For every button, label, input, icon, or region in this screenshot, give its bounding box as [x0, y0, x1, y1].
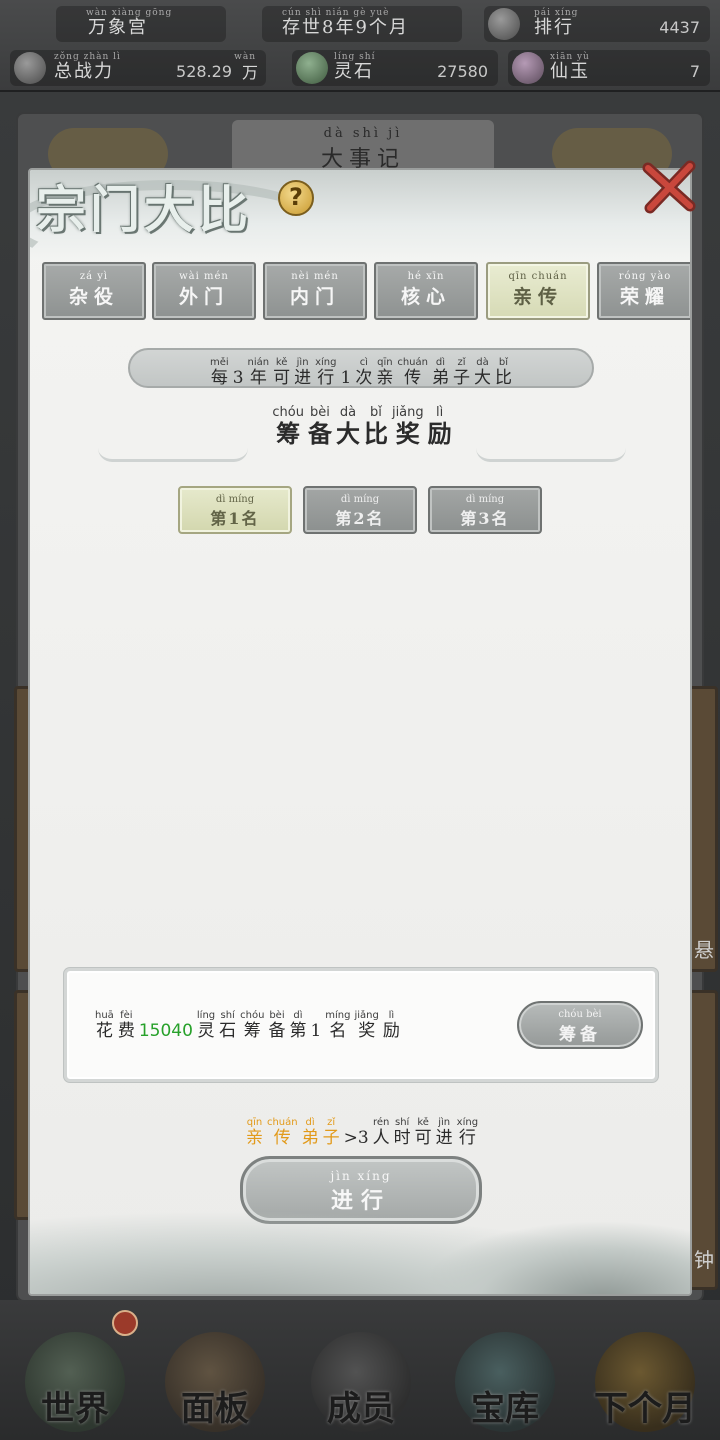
background-side-card-right — [688, 686, 718, 972]
tab-label: 外门 — [178, 286, 229, 308]
nav-panel-label: 面板 — [181, 1389, 249, 1429]
tab-pinyin: róng yào — [618, 271, 672, 282]
rank-tab-2[interactable]: dì míng 第2名 — [303, 486, 417, 534]
events-title-pinyin: dà shì jì — [323, 126, 403, 141]
nav-world[interactable]: 世界 — [10, 1332, 140, 1432]
rank-label: 排行 — [534, 17, 574, 38]
rank-panel[interactable]: pái xíng 排行 4437 — [484, 6, 710, 42]
rank-pinyin: dì míng — [465, 494, 505, 505]
prepare-rewards-heading: chóu 筹 bèi 备 dà 大 bǐ 比 jiǎng 奖 lì 励 — [272, 405, 452, 448]
jade-icon — [512, 52, 544, 84]
rank-value: 4437 — [659, 18, 700, 37]
rank-pinyin: dì míng — [215, 494, 255, 505]
tab-personal-disciple[interactable]: qīn chuán 亲传 — [486, 262, 590, 320]
nav-next-month-label: 下个月 — [594, 1389, 696, 1429]
rule-times: 1 — [340, 368, 352, 388]
tier-tabs: zá yì 杂役 wài mén 外门 nèi mén 内门 hé xīn 核心… — [42, 262, 690, 320]
side-text-1: 悬 — [694, 938, 714, 962]
spirit-stone-icon — [296, 52, 328, 84]
bottom-cloud-decoration-right — [410, 1220, 690, 1294]
power-label: 总战力 — [54, 61, 114, 82]
help-icon[interactable]: ? — [278, 180, 314, 216]
tab-inner[interactable]: nèi mén 内门 — [263, 262, 367, 320]
spirit-stone-value: 27580 — [437, 62, 488, 81]
notification-badge — [112, 1310, 138, 1336]
rule-text: měi 每 3 nián 年 kě 可 jìn 进 xíng 行 1 cì 次 qīn 亲 c… — [210, 357, 512, 388]
tab-pinyin: zá yì — [79, 271, 109, 282]
spirit-stone-label: 灵石 — [334, 61, 374, 82]
sect-competition-dialog: 宗门大比 ? zá yì 杂役 wài mén 外门 nèi mén 内门 hé… — [28, 168, 692, 1296]
tab-label: 杂役 — [68, 286, 119, 308]
rank-tab-3[interactable]: dì míng 第3名 — [428, 486, 542, 534]
tab-pinyin: qīn chuán — [508, 271, 568, 282]
jade-panel: xiān yù 仙玉 7 — [508, 50, 710, 86]
nav-panel[interactable]: 面板 — [150, 1332, 280, 1432]
tab-label: 荣耀 — [619, 286, 670, 308]
power-icon — [14, 52, 46, 84]
nav-members-label: 成员 — [327, 1389, 395, 1429]
bottom-navigation: 世界 面板 成员 宝库 下个月 — [0, 1300, 720, 1440]
nav-treasury-label: 宝库 — [471, 1389, 539, 1429]
dialog-header: 宗门大比 ? — [30, 170, 690, 260]
era-panel: cún shì nián gè yuè 存世8年9个月 — [262, 6, 462, 42]
prepare-button-label: 筹备 — [559, 1025, 601, 1045]
nav-world-label: 世界 — [41, 1389, 109, 1429]
rule-banner: měi 每 3 nián 年 kě 可 jìn 进 xíng 行 1 cì 次 qīn 亲 c… — [128, 348, 594, 388]
rank-pinyin: dì míng — [340, 494, 380, 505]
nav-members[interactable]: 成员 — [296, 1332, 426, 1432]
tab-pinyin: hé xīn — [407, 271, 445, 282]
side-text-2: 钟 — [694, 1248, 714, 1272]
jade-label: 仙玉 — [550, 61, 590, 82]
cost-description: huā 花 fèi 费 15040 líng 灵 shí 石 chóu 筹 bèi 备 dì… — [95, 1010, 400, 1041]
spirit-stone-panel: líng shí 灵石 27580 — [292, 50, 498, 86]
rank-icon — [488, 8, 520, 40]
proceed-condition: qīn 亲 chuán 传 dì 弟 zǐ 子 >3 rén 人 shí 时 kě 可 jìn… — [245, 1117, 479, 1148]
tab-glory[interactable]: róng yào 荣耀 — [597, 262, 690, 320]
rank-tab-1[interactable]: dì míng 第1名 — [178, 486, 292, 534]
cost-amount: 15040 — [138, 1021, 193, 1041]
tab-outer[interactable]: wài mén 外门 — [152, 262, 256, 320]
tab-core[interactable]: hé xīn 核心 — [374, 262, 478, 320]
tab-label: 内门 — [289, 286, 340, 308]
nav-treasury[interactable]: 宝库 — [440, 1332, 570, 1432]
power-value: 528.29 — [176, 62, 232, 81]
rank-label: 第2名 — [335, 509, 385, 528]
sect-name: 万象宫 — [88, 17, 148, 38]
rank-label: 第3名 — [460, 509, 510, 528]
total-power-panel: zǒng zhàn lì 总战力 528.29 wàn 万 — [10, 50, 266, 86]
prepare-button-pinyin: chóu bèi — [558, 1009, 602, 1020]
close-icon[interactable] — [640, 158, 698, 216]
top-status-bar: wàn xiàng gōng 万象宫 cún shì nián gè yuè 存… — [0, 0, 720, 92]
prepare-cost-box: huā 花 fèi 费 15040 líng 灵 shí 石 chóu 筹 bèi 备 dì… — [64, 968, 658, 1082]
proceed-button-pinyin: jìn xíng — [330, 1169, 392, 1183]
rule-years: 3 — [232, 368, 244, 388]
tab-pinyin: nèi mén — [291, 271, 339, 282]
tab-servant[interactable]: zá yì 杂役 — [42, 262, 146, 320]
prepare-button[interactable]: chóu bèi 筹备 — [517, 1001, 643, 1049]
rank-label: 第1名 — [210, 509, 260, 528]
dialog-title: 宗门大比 — [36, 180, 252, 239]
sect-name-panel: wàn xiàng gōng 万象宫 — [56, 6, 226, 42]
era-text: 存世8年9个月 — [282, 17, 409, 38]
nav-next-month[interactable]: 下个月 — [580, 1332, 710, 1432]
tab-label: 核心 — [400, 286, 451, 308]
tab-pinyin: wài mén — [179, 271, 229, 282]
rank-tabs: dì míng 第1名 dì míng 第2名 dì míng 第3名 — [178, 486, 544, 534]
tab-label: 亲传 — [512, 286, 563, 308]
jade-value: 7 — [689, 62, 700, 81]
power-unit: 万 — [241, 63, 260, 82]
